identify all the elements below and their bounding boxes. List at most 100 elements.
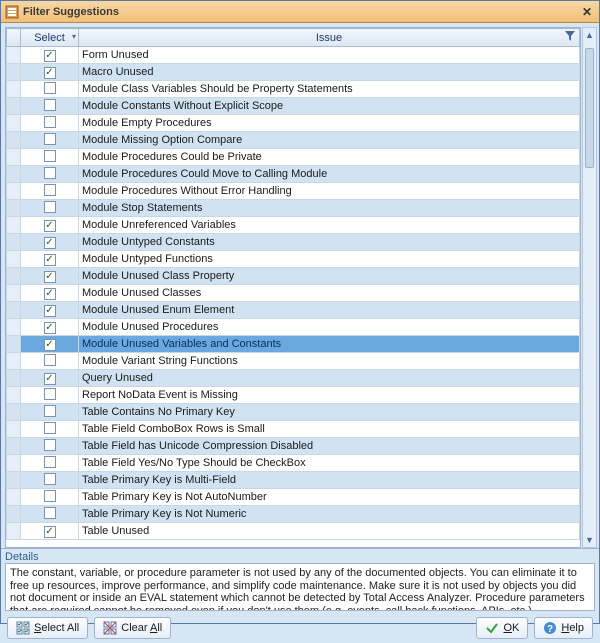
checkbox[interactable]: ✓ xyxy=(44,373,56,385)
select-cell[interactable] xyxy=(21,183,79,200)
table-row[interactable]: Module Procedures Without Error Handling xyxy=(7,183,580,200)
select-cell[interactable]: ✓ xyxy=(21,47,79,64)
select-cell[interactable] xyxy=(21,353,79,370)
issue-cell[interactable]: Module Class Variables Should be Propert… xyxy=(79,81,580,98)
table-row[interactable]: ✓Module Unused Variables and Constants xyxy=(7,336,580,353)
table-row[interactable]: Module Procedures Could Move to Calling … xyxy=(7,166,580,183)
row-selector[interactable] xyxy=(7,353,21,370)
row-selector[interactable] xyxy=(7,285,21,302)
row-selector[interactable] xyxy=(7,336,21,353)
checkbox[interactable]: ✓ xyxy=(44,237,56,249)
select-cell[interactable] xyxy=(21,438,79,455)
scroll-up-icon[interactable]: ▲ xyxy=(583,28,596,42)
select-cell[interactable]: ✓ xyxy=(21,319,79,336)
checkbox[interactable] xyxy=(44,184,56,196)
chevron-down-icon[interactable]: ▾ xyxy=(72,32,76,41)
select-cell[interactable]: ✓ xyxy=(21,302,79,319)
table-row[interactable]: Table Primary Key is Not Numeric xyxy=(7,506,580,523)
table-row[interactable]: ✓ Module Unused Enum Element xyxy=(7,302,580,319)
select-column-header[interactable]: Select ▾ xyxy=(21,29,79,47)
table-row[interactable]: Module Empty Procedures xyxy=(7,115,580,132)
issue-cell[interactable]: Query Unused xyxy=(79,370,580,387)
issue-cell[interactable]: Module Unused Enum Element xyxy=(79,302,580,319)
checkbox[interactable] xyxy=(44,116,56,128)
checkbox[interactable]: ✓ xyxy=(44,50,56,62)
select-cell[interactable] xyxy=(21,149,79,166)
table-row[interactable]: Table Contains No Primary Key xyxy=(7,404,580,421)
checkbox[interactable]: ✓ xyxy=(44,67,56,79)
row-selector[interactable] xyxy=(7,302,21,319)
scroll-down-icon[interactable]: ▼ xyxy=(583,533,596,547)
checkbox[interactable] xyxy=(44,490,56,502)
issue-cell[interactable]: Module Missing Option Compare xyxy=(79,132,580,149)
table-row[interactable]: ✓Module Unused Procedures xyxy=(7,319,580,336)
row-selector[interactable] xyxy=(7,251,21,268)
select-cell[interactable]: ✓ xyxy=(21,285,79,302)
checkbox[interactable] xyxy=(44,388,56,400)
select-cell[interactable] xyxy=(21,200,79,217)
select-cell[interactable] xyxy=(21,455,79,472)
issue-cell[interactable]: Module Variant String Functions xyxy=(79,353,580,370)
issue-cell[interactable]: Module Untyped Constants xyxy=(79,234,580,251)
select-cell[interactable]: ✓ xyxy=(21,336,79,353)
row-selector[interactable] xyxy=(7,47,21,64)
table-row[interactable]: Module Missing Option Compare xyxy=(7,132,580,149)
checkbox[interactable]: ✓ xyxy=(44,220,56,232)
select-cell[interactable] xyxy=(21,404,79,421)
issue-cell[interactable]: Module Procedures Could be Private xyxy=(79,149,580,166)
checkbox[interactable]: ✓ xyxy=(44,288,56,300)
table-row[interactable]: ✓ Query Unused xyxy=(7,370,580,387)
issue-cell[interactable]: Macro Unused xyxy=(79,64,580,81)
table-row[interactable]: ✓ Macro Unused xyxy=(7,64,580,81)
select-all-button[interactable]: Select All xyxy=(7,617,88,639)
row-selector[interactable] xyxy=(7,115,21,132)
checkbox[interactable]: ✓ xyxy=(44,526,56,538)
checkbox[interactable] xyxy=(44,133,56,145)
row-selector[interactable] xyxy=(7,217,21,234)
table-row[interactable]: Table Primary Key is Multi-Field xyxy=(7,472,580,489)
issue-cell[interactable]: Module Empty Procedures xyxy=(79,115,580,132)
select-cell[interactable]: ✓ xyxy=(21,523,79,540)
issue-cell[interactable]: Module Unused Variables and Constants xyxy=(79,336,580,353)
checkbox[interactable] xyxy=(44,82,56,94)
row-selector-header[interactable] xyxy=(7,29,21,47)
ok-button[interactable]: OK xyxy=(476,617,528,639)
select-cell[interactable] xyxy=(21,98,79,115)
row-selector[interactable] xyxy=(7,64,21,81)
issue-cell[interactable]: Table Primary Key is Multi-Field xyxy=(79,472,580,489)
row-selector[interactable] xyxy=(7,319,21,336)
issue-cell[interactable]: Table Unused xyxy=(79,523,580,540)
help-button[interactable]: ? Help xyxy=(534,617,593,639)
issue-cell[interactable]: Module Constants Without Explicit Scope xyxy=(79,98,580,115)
row-selector[interactable] xyxy=(7,370,21,387)
checkbox[interactable] xyxy=(44,439,56,451)
table-row[interactable]: ✓Form Unused xyxy=(7,47,580,64)
select-cell[interactable]: ✓ xyxy=(21,234,79,251)
select-cell[interactable] xyxy=(21,81,79,98)
checkbox[interactable]: ✓ xyxy=(44,271,56,283)
row-selector[interactable] xyxy=(7,98,21,115)
select-cell[interactable]: ✓ xyxy=(21,251,79,268)
issue-column-header[interactable]: Issue xyxy=(79,29,580,47)
close-button[interactable]: ✕ xyxy=(579,5,595,19)
table-row[interactable]: ✓Module Unused Class Property xyxy=(7,268,580,285)
checkbox[interactable] xyxy=(44,99,56,111)
select-cell[interactable]: ✓ xyxy=(21,370,79,387)
table-row[interactable]: Table Field ComboBox Rows is Small xyxy=(7,421,580,438)
row-selector[interactable] xyxy=(7,183,21,200)
select-cell[interactable]: ✓ xyxy=(21,64,79,81)
issue-cell[interactable]: Module Untyped Functions xyxy=(79,251,580,268)
checkbox[interactable] xyxy=(44,150,56,162)
checkbox[interactable] xyxy=(44,507,56,519)
select-cell[interactable] xyxy=(21,387,79,404)
clear-all-button[interactable]: Clear All xyxy=(94,617,171,639)
issue-cell[interactable]: Table Contains No Primary Key xyxy=(79,404,580,421)
issue-cell[interactable]: Report NoData Event is Missing xyxy=(79,387,580,404)
checkbox[interactable]: ✓ xyxy=(44,305,56,317)
table-row[interactable]: Table Field Yes/No Type Should be CheckB… xyxy=(7,455,580,472)
checkbox[interactable]: ✓ xyxy=(44,322,56,334)
issue-cell[interactable]: Table Field ComboBox Rows is Small xyxy=(79,421,580,438)
vertical-scrollbar[interactable]: ▲ ▼ xyxy=(582,27,597,548)
issue-cell[interactable]: Module Stop Statements xyxy=(79,200,580,217)
row-selector[interactable] xyxy=(7,472,21,489)
